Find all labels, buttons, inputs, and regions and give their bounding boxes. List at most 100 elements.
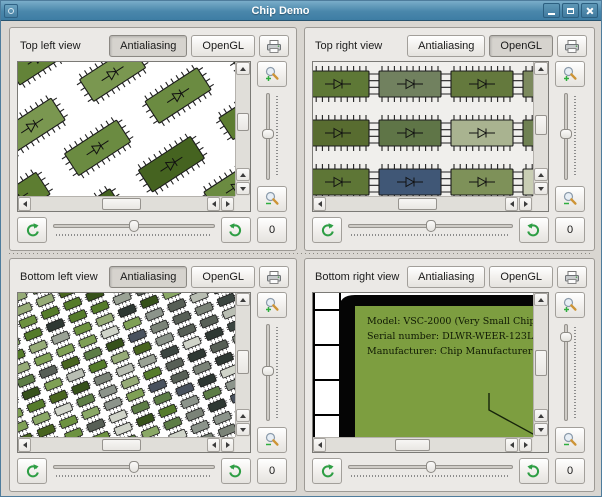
splitter-handle[interactable] [9,253,593,254]
scroll-up-button[interactable] [236,62,250,75]
vertical-scrollbar-thumb[interactable] [535,114,547,135]
horizontal-scrollbar-thumb[interactable] [398,198,438,210]
rotate-right-button[interactable] [519,458,549,484]
zoom-slider[interactable] [556,91,584,182]
zoom-out-button[interactable] [555,427,585,453]
print-button[interactable] [259,35,289,57]
horizontal-scrollbar-thumb[interactable] [394,439,431,451]
rotate-slider[interactable] [346,458,515,484]
scroll-right-button[interactable] [221,197,234,211]
scroll-left-button-secondary[interactable] [505,438,518,452]
rotate-slider-handle[interactable] [129,220,139,232]
scroll-right-button[interactable] [519,438,532,452]
scroll-up-button-secondary[interactable] [236,409,250,422]
vertical-scrollbar-thumb[interactable] [237,112,249,132]
scroll-up-button-secondary[interactable] [534,409,548,422]
zoom-in-button[interactable] [257,61,287,87]
zoom-out-button[interactable] [257,186,287,212]
rotate-slider-handle[interactable] [129,461,139,473]
zoom-out-button[interactable] [555,186,585,212]
horizontal-scrollbar[interactable] [18,196,235,211]
opengl-button[interactable]: OpenGL [191,35,255,57]
window-menu-icon[interactable] [4,3,18,18]
zoom-slider-handle[interactable] [262,366,274,377]
horizontal-scrollbar[interactable] [313,196,533,211]
antialiasing-button[interactable]: Antialiasing [109,35,188,57]
graphics-view[interactable]: Model: VSC-2000 (Very Small Chip) at 9 Se… [313,293,533,437]
scroll-down-button[interactable] [534,423,548,436]
print-button[interactable] [557,266,587,288]
rotate-slider[interactable] [51,458,217,484]
zoom-in-button[interactable] [555,61,585,87]
opengl-button[interactable]: OpenGL [489,266,553,288]
scroll-left-button[interactable] [18,197,31,211]
reset-button[interactable]: 0 [257,458,287,484]
close-button[interactable] [581,3,598,18]
rotate-left-button[interactable] [312,217,342,243]
scroll-up-button[interactable] [236,293,250,306]
vertical-scrollbar[interactable] [533,62,548,196]
zoom-in-button[interactable] [257,292,287,318]
vertical-scrollbar[interactable] [235,293,250,437]
reset-button[interactable]: 0 [555,458,585,484]
antialiasing-button[interactable]: Antialiasing [109,266,188,288]
scroll-left-button[interactable] [313,197,326,211]
graphics-view[interactable] [313,62,533,196]
scroll-up-button-secondary[interactable] [236,168,250,181]
scroll-left-button-secondary[interactable] [207,197,220,211]
scroll-left-button[interactable] [313,438,326,452]
scroll-left-button[interactable] [18,438,31,452]
rotate-left-button[interactable] [17,217,47,243]
reset-button[interactable]: 0 [555,217,585,243]
print-button[interactable] [259,266,289,288]
horizontal-scrollbar[interactable] [18,437,235,452]
zoom-slider[interactable] [258,91,286,182]
vertical-scrollbar-thumb[interactable] [535,349,547,377]
vertical-scrollbar[interactable] [533,293,548,437]
zoom-slider-handle[interactable] [560,332,572,343]
zoom-slider-handle[interactable] [262,128,274,139]
rotate-right-button[interactable] [221,217,251,243]
opengl-button[interactable]: OpenGL [489,35,553,57]
rotate-slider-handle[interactable] [425,220,436,232]
scroll-up-button[interactable] [534,293,548,306]
zoom-in-button[interactable] [555,292,585,318]
graphics-view[interactable] [18,62,235,196]
horizontal-scrollbar[interactable] [313,437,533,452]
antialiasing-button[interactable]: Antialiasing [407,266,486,288]
rotate-left-button[interactable] [17,458,47,484]
vertical-scrollbar-thumb[interactable] [237,349,249,375]
horizontal-scrollbar-thumb[interactable] [102,439,141,451]
antialiasing-button[interactable]: Antialiasing [407,35,486,57]
horizontal-scrollbar-thumb[interactable] [102,198,141,210]
scroll-up-button[interactable] [534,62,548,75]
rotate-slider-handle[interactable] [425,461,436,473]
reset-button[interactable]: 0 [257,217,287,243]
rotate-right-button[interactable] [519,217,549,243]
zoom-slider[interactable] [556,322,584,423]
rotate-slider[interactable] [51,217,217,243]
opengl-button[interactable]: OpenGL [191,266,255,288]
zoom-slider[interactable] [258,322,286,423]
scroll-down-button[interactable] [236,182,250,195]
rotate-left-button[interactable] [312,458,342,484]
scroll-left-button-secondary[interactable] [505,197,518,211]
rotate-right-button[interactable] [221,458,251,484]
titlebar[interactable]: Chip Demo [1,1,601,21]
zoom-out-button[interactable] [257,427,287,453]
scroll-down-button[interactable] [534,182,548,195]
vertical-scrollbar[interactable] [235,62,250,196]
scroll-left-button-secondary[interactable] [207,438,220,452]
scroll-down-button[interactable] [236,423,250,436]
panel-bottom-right: Bottom right view Antialiasing OpenGL Mo… [304,258,595,492]
rotate-slider[interactable] [346,217,515,243]
graphics-view[interactable] [18,293,235,437]
print-button[interactable] [557,35,587,57]
minimize-button[interactable] [543,3,560,18]
zoom-slider-handle[interactable] [560,128,572,139]
scroll-up-button-secondary[interactable] [534,168,548,181]
scroll-right-button[interactable] [519,197,532,211]
scroll-right-button[interactable] [221,438,234,452]
maximize-button[interactable] [562,3,579,18]
zoom-in-icon [265,297,279,312]
